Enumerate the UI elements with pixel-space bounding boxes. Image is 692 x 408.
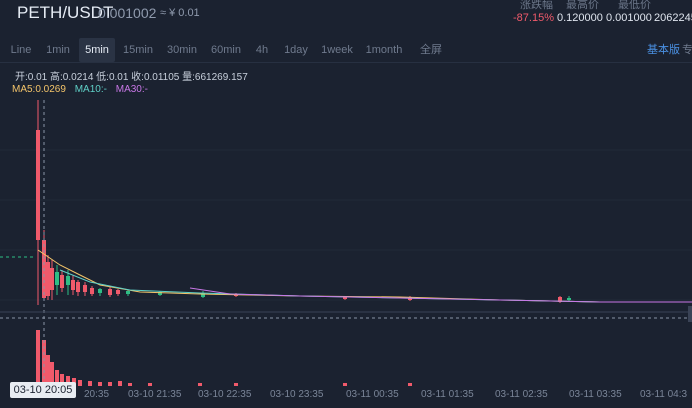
volume-bar [98, 382, 102, 386]
ma-lines [37, 249, 692, 303]
grid-lines [0, 149, 692, 301]
time-axis-label: 03-10 21:35 [128, 389, 182, 400]
candle [46, 262, 50, 296]
candle [116, 290, 120, 294]
time-axis-label: 03-11 04:3 [640, 389, 688, 400]
price-marker [688, 306, 692, 322]
candles [36, 100, 571, 305]
candle [83, 285, 87, 292]
volume-bar [78, 380, 82, 386]
volume-bar [148, 383, 152, 386]
candle [50, 268, 54, 290]
candle [76, 282, 80, 292]
time-axis-label: 03-11 00:35 [346, 389, 399, 400]
volume-bar [234, 383, 238, 386]
time-axis-label: 03-11 03:35 [569, 389, 622, 400]
candlestick-chart[interactable]: 20:35 03-10 21:35 03-10 22:35 03-10 23:35 03… [0, 0, 692, 408]
time-axis-label: 03-10 23:35 [270, 389, 324, 400]
candle [66, 276, 70, 285]
candle [60, 275, 64, 288]
crosshair-time-label: 03-10 20:05 [10, 382, 76, 398]
candle [126, 291, 130, 294]
candle [98, 289, 102, 293]
time-axis-label: 03-11 02:35 [495, 389, 548, 400]
volume-bar [128, 383, 132, 386]
ma5-line [37, 249, 692, 303]
time-axis-label: 03-10 22:35 [198, 389, 252, 400]
candle [71, 280, 75, 290]
volume-bar [88, 381, 92, 386]
candle [567, 298, 571, 300]
volume-bar [108, 382, 112, 386]
volume-bar [198, 383, 202, 386]
volume-bar [36, 330, 40, 386]
volume-bar [118, 381, 122, 386]
time-axis-label: 20:35 [84, 389, 109, 400]
volume-bar [343, 383, 347, 386]
volume-bars [36, 330, 412, 386]
candle [55, 272, 59, 285]
candle [36, 130, 40, 240]
time-axis: 20:35 03-10 21:35 03-10 22:35 03-10 23:35 03… [84, 389, 688, 400]
candle [108, 289, 112, 295]
time-axis-label: 03-11 01:35 [421, 389, 474, 400]
volume-bar [408, 383, 412, 386]
candle [90, 288, 94, 294]
